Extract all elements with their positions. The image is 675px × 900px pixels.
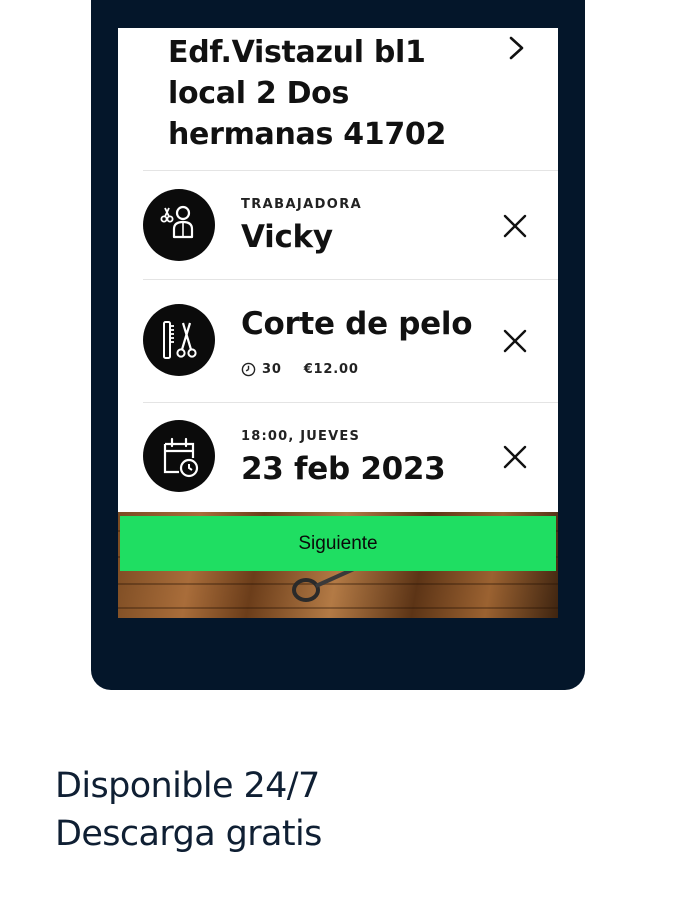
datetime-item: 18:00, JUEVES 23 feb 2023 <box>118 403 558 515</box>
remove-datetime-close-icon[interactable] <box>501 443 529 471</box>
calendar-icon <box>143 420 215 492</box>
clock-icon <box>241 362 256 377</box>
worker-label: TRABAJADORA <box>241 197 363 212</box>
promo-line-download: Descarga gratis <box>55 814 322 854</box>
remove-service-close-icon[interactable] <box>501 327 529 355</box>
worker-name: Vicky <box>241 219 333 255</box>
barber-icon <box>143 189 215 261</box>
remove-worker-close-icon[interactable] <box>501 212 529 240</box>
service-duration: 30 <box>262 362 282 377</box>
service-item: Corte de pelo 30 €12.00 <box>118 280 558 392</box>
booking-summary-screen: Edf.Vistazul bl1 local 2 Dos hermanas 41… <box>118 28 558 618</box>
next-button[interactable]: Siguiente <box>120 516 556 571</box>
promo-tagline: Disponible 24/7 Descarga gratis <box>55 762 322 858</box>
comb-scissors-icon <box>143 304 215 376</box>
salon-address-row[interactable]: Edf.Vistazul bl1 local 2 Dos hermanas 41… <box>118 28 558 170</box>
service-price: €12.00 <box>303 362 359 377</box>
service-name: Corte de pelo <box>241 306 473 342</box>
service-meta: 30 €12.00 <box>241 362 359 377</box>
appointment-time-day: 18:00, JUEVES <box>241 429 361 444</box>
appointment-date: 23 feb 2023 <box>241 451 446 487</box>
worker-item: TRABAJADORA Vicky <box>118 171 558 283</box>
chevron-right-icon[interactable] <box>506 34 528 62</box>
promo-line-availability: Disponible 24/7 <box>55 766 320 806</box>
salon-address: Edf.Vistazul bl1 local 2 Dos hermanas 41… <box>168 35 447 152</box>
